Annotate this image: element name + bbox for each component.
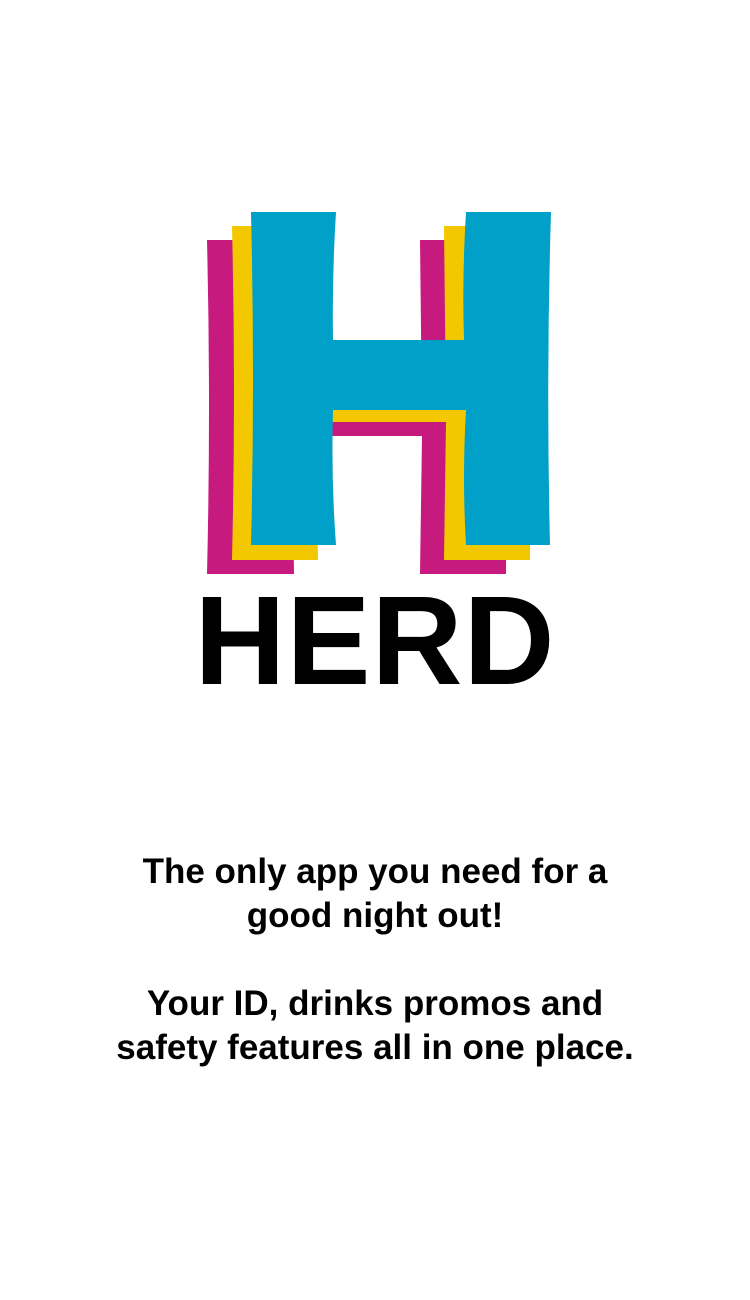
- logo-layer-cyan: [251, 212, 551, 545]
- app-name-wordmark: HERD: [194, 570, 556, 711]
- tagline-primary: The only app you need for a good night o…: [142, 852, 608, 935]
- herd-logo-icon: [207, 212, 551, 574]
- tagline-secondary: Your ID, drinks promos and safety featur…: [116, 984, 634, 1067]
